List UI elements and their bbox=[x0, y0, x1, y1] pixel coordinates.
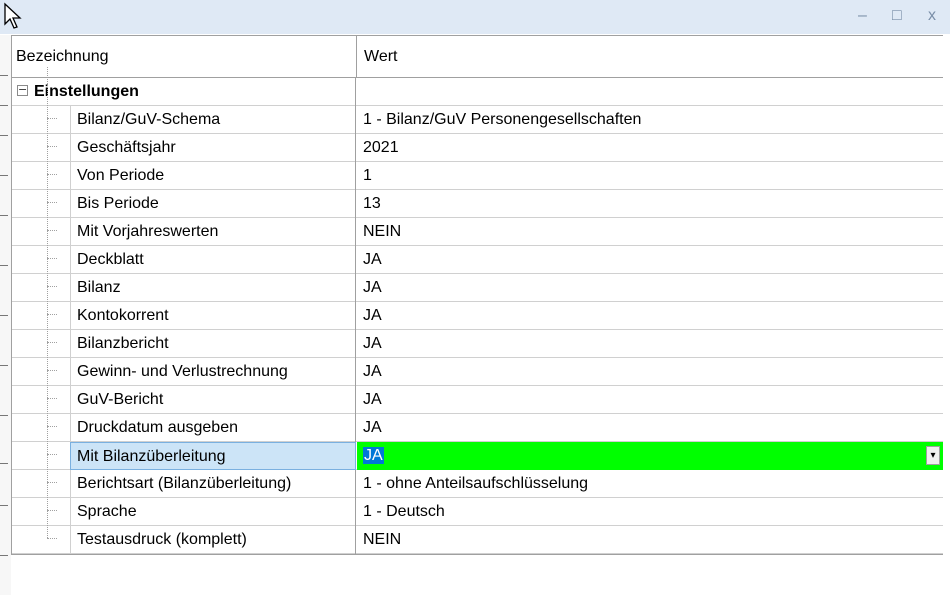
tree-branch-line bbox=[47, 314, 57, 315]
tree-branch-line bbox=[47, 118, 57, 119]
property-value[interactable]: 1 bbox=[357, 162, 943, 190]
property-row[interactable]: Von Periode 1 bbox=[12, 162, 943, 190]
property-row[interactable]: Bilanz JA bbox=[12, 274, 943, 302]
property-row[interactable]: Bilanz/GuV-Schema 1 - Bilanz/GuV Personen… bbox=[12, 106, 943, 134]
property-name[interactable]: Bis Periode bbox=[70, 190, 356, 218]
tree-branch-line bbox=[47, 202, 57, 203]
property-row[interactable]: Berichtsart (Bilanzüberleitung) 1 - ohne … bbox=[12, 470, 943, 498]
property-value[interactable]: JA bbox=[357, 358, 943, 386]
property-row[interactable]: Mit Bilanzüberleitung JA ▾ bbox=[12, 442, 943, 470]
group-label: Einstellungen bbox=[12, 78, 356, 106]
tree-branch-line bbox=[47, 146, 57, 147]
property-name[interactable]: Gewinn- und Verlustrechnung bbox=[70, 358, 356, 386]
property-row[interactable]: Testausdruck (komplett) NEIN bbox=[12, 526, 943, 554]
property-name[interactable]: Bilanzbericht bbox=[70, 330, 356, 358]
property-row[interactable]: Sprache 1 - Deutsch bbox=[12, 498, 943, 526]
property-row[interactable]: Kontokorrent JA bbox=[12, 302, 943, 330]
tree-branch-line bbox=[47, 454, 57, 455]
selected-value-text[interactable]: JA bbox=[363, 447, 384, 464]
column-header-name[interactable]: Bezeichnung bbox=[12, 36, 109, 77]
property-value[interactable]: 13 bbox=[357, 190, 943, 218]
property-value[interactable]: NEIN bbox=[357, 526, 943, 554]
tree-branch-line bbox=[47, 342, 57, 343]
property-name[interactable]: Mit Vorjahreswerten bbox=[70, 218, 356, 246]
dropdown-arrow-icon[interactable]: ▾ bbox=[926, 446, 940, 465]
property-name[interactable]: Bilanz/GuV-Schema bbox=[70, 106, 356, 134]
property-name[interactable]: Kontokorrent bbox=[70, 302, 356, 330]
property-name[interactable]: Berichtsart (Bilanzüberleitung) bbox=[70, 470, 356, 498]
property-value[interactable]: 1 - Bilanz/GuV Personengesellschaften bbox=[357, 106, 943, 134]
title-bar: – □ x bbox=[0, 0, 950, 34]
column-header-value[interactable]: Wert bbox=[360, 36, 397, 77]
tree-branch-line bbox=[47, 286, 57, 287]
property-name[interactable]: Deckblatt bbox=[70, 246, 356, 274]
property-row[interactable]: Druckdatum ausgeben JA bbox=[12, 414, 943, 442]
property-value[interactable]: JA bbox=[357, 414, 943, 442]
property-value[interactable]: JA bbox=[357, 274, 943, 302]
property-name[interactable]: Druckdatum ausgeben bbox=[70, 414, 356, 442]
property-value[interactable]: JA bbox=[357, 246, 943, 274]
tree-branch-line bbox=[47, 230, 57, 231]
grid-header: Bezeichnung Wert bbox=[12, 36, 943, 78]
property-row[interactable]: Gewinn- und Verlustrechnung JA bbox=[12, 358, 943, 386]
property-row[interactable]: Mit Vorjahreswerten NEIN bbox=[12, 218, 943, 246]
minimize-button[interactable]: – bbox=[858, 6, 867, 26]
property-name[interactable]: Sprache bbox=[70, 498, 356, 526]
tree-branch-line bbox=[47, 370, 57, 371]
tree-branch-line bbox=[47, 538, 57, 539]
property-value[interactable]: JA bbox=[357, 330, 943, 358]
property-rows: Bilanz/GuV-Schema 1 - Bilanz/GuV Personen… bbox=[12, 106, 943, 554]
property-row[interactable]: Bilanzbericht JA bbox=[12, 330, 943, 358]
tree-branch-line bbox=[47, 482, 57, 483]
property-grid: Bezeichnung Wert − Einstellungen Bilanz/… bbox=[11, 35, 943, 555]
property-name[interactable]: Bilanz bbox=[70, 274, 356, 302]
tree-line bbox=[47, 67, 48, 538]
property-value[interactable]: JA bbox=[357, 302, 943, 330]
tree-branch-line bbox=[47, 398, 57, 399]
property-name[interactable]: Testausdruck (komplett) bbox=[70, 526, 356, 554]
property-name[interactable]: Geschäftsjahr bbox=[70, 134, 356, 162]
tree-branch-line bbox=[47, 426, 57, 427]
left-edge-strip bbox=[0, 35, 11, 595]
tree-branch-line bbox=[47, 174, 57, 175]
property-value[interactable]: 1 - Deutsch bbox=[357, 498, 943, 526]
close-button[interactable]: x bbox=[928, 6, 936, 26]
property-value[interactable]: NEIN bbox=[357, 218, 943, 246]
property-value[interactable]: JA bbox=[357, 386, 943, 414]
mouse-cursor-icon bbox=[4, 2, 22, 29]
property-name[interactable]: GuV-Bericht bbox=[70, 386, 356, 414]
property-row[interactable]: Bis Periode 13 bbox=[12, 190, 943, 218]
property-row[interactable]: Deckblatt JA bbox=[12, 246, 943, 274]
property-value[interactable]: 2021 bbox=[357, 134, 943, 162]
property-value[interactable]: JA ▾ bbox=[357, 442, 943, 470]
group-row-settings[interactable]: − Einstellungen bbox=[12, 78, 943, 106]
property-row[interactable]: Geschäftsjahr 2021 bbox=[12, 134, 943, 162]
property-name[interactable]: Mit Bilanzüberleitung bbox=[70, 442, 356, 470]
property-row[interactable]: GuV-Bericht JA bbox=[12, 386, 943, 414]
tree-branch-line bbox=[47, 510, 57, 511]
tree-branch-line bbox=[47, 258, 57, 259]
maximize-button[interactable]: □ bbox=[892, 6, 902, 26]
property-value[interactable]: 1 - ohne Anteilsaufschlüsselung bbox=[357, 470, 943, 498]
property-name[interactable]: Von Periode bbox=[70, 162, 356, 190]
